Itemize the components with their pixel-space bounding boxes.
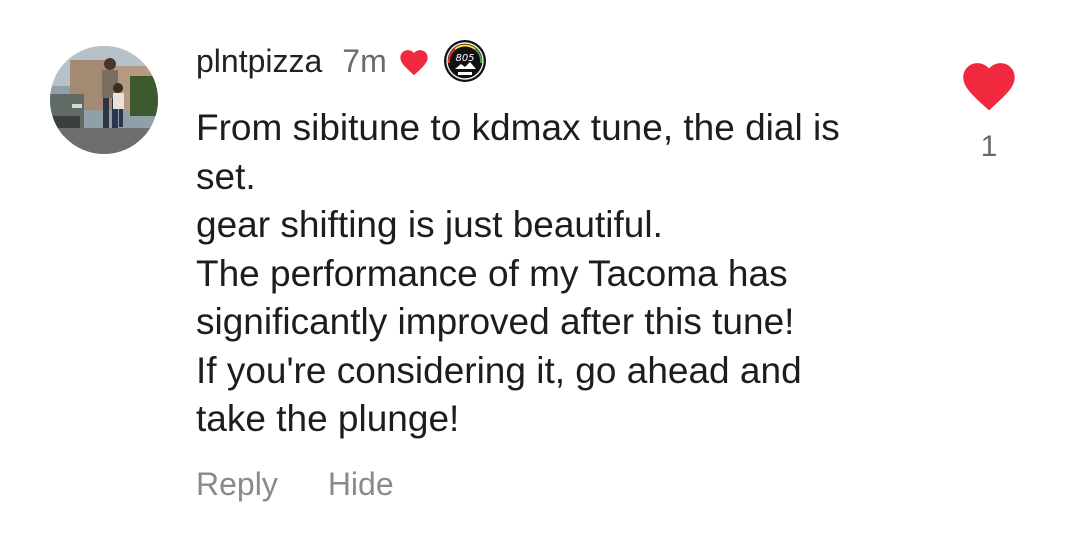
comment-line: From sibitune to kdmax tune, the dial is (196, 107, 840, 148)
like-button[interactable] (958, 58, 1020, 112)
heart-icon (963, 63, 1015, 111)
comment-line: significantly improved after this tune! (196, 301, 795, 342)
badge-text: 805 (455, 53, 474, 64)
comment-line: If you're considering it, go ahead and (196, 349, 802, 391)
avatar-photo (50, 46, 158, 154)
comment-line: gear shifting is just beautiful. (196, 204, 663, 245)
comment-text: From sibitune to kdmax tune, the dial is… (196, 104, 936, 444)
hide-button[interactable]: Hide (328, 466, 394, 503)
like-count: 1 (980, 130, 998, 163)
avatar[interactable] (50, 46, 158, 154)
heart-icon (397, 46, 431, 76)
comment-actions: Reply Hide (196, 466, 394, 503)
username[interactable]: plntpizza (196, 43, 322, 80)
badge-805-icon: 805 (443, 39, 487, 83)
like-column: 1 (958, 58, 1020, 164)
comment-header: plntpizza 7m 805 (196, 38, 487, 84)
comment-item: plntpizza 7m 805 From sibitune to kdmax … (0, 0, 1080, 558)
comment-line: take the plunge! (196, 398, 460, 439)
reply-button[interactable]: Reply (196, 466, 278, 503)
comment-line: set. (196, 155, 256, 197)
timestamp: 7m (342, 42, 387, 79)
comment-line: The performance of my Tacoma has (196, 252, 788, 294)
